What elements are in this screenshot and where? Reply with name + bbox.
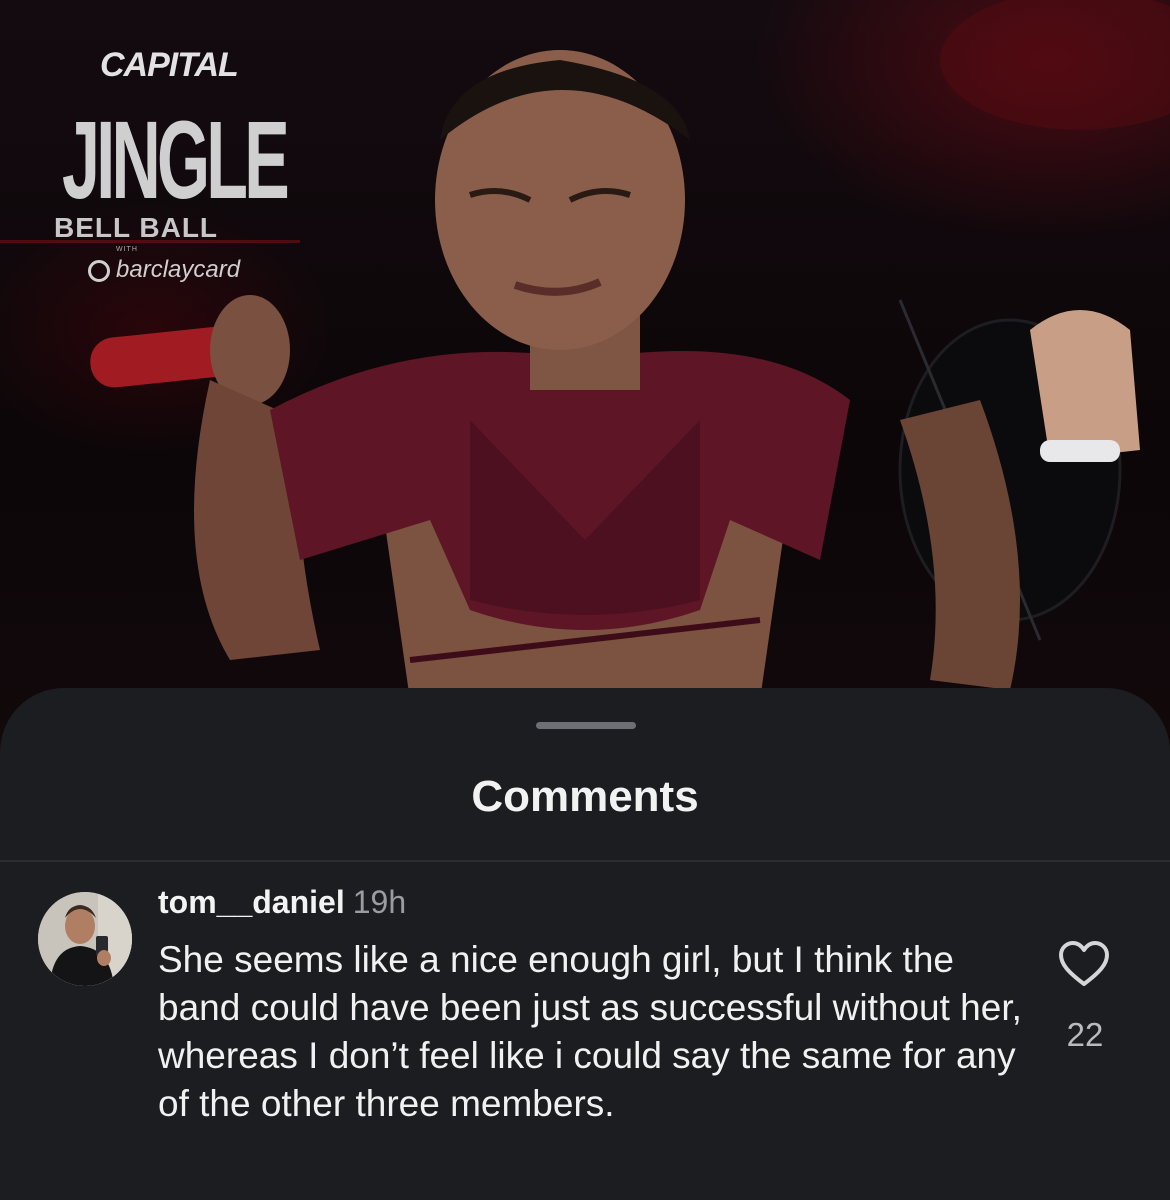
logo-event-title: JINGLE <box>62 99 290 222</box>
logo-event-subtitle: BELL BALL <box>54 212 219 243</box>
heart-outline-icon <box>1059 941 1109 986</box>
comment-timestamp: 19h <box>352 884 407 920</box>
comment-text: She seems like a nice enough girl, but I… <box>158 939 1022 1124</box>
video-player[interactable]: CAPITAL JINGLE BELL BALL WITH barclaycar… <box>0 0 1170 760</box>
comment-item: tom__daniel 19h She seems like a nice eno… <box>0 878 1170 1200</box>
avatar[interactable] <box>38 892 132 986</box>
sheet-grabber-handle[interactable] <box>536 722 636 729</box>
comment-username[interactable]: tom__daniel 19h <box>158 884 406 921</box>
like-count: 22 <box>1066 1016 1104 1053</box>
sponsor-icon <box>88 260 110 282</box>
username-label[interactable]: tom__daniel <box>158 884 345 920</box>
logo-with-label: WITH <box>116 246 138 253</box>
comments-sheet: Comments tom__daniel 19h She seems like a… <box>0 688 1170 1200</box>
sheet-title: Comments <box>471 772 699 821</box>
logo-sponsor: barclaycard <box>116 256 241 283</box>
app-screen: CAPITAL JINGLE BELL BALL WITH barclaycar… <box>0 0 1170 1200</box>
logo-brand: CAPITAL <box>100 46 239 84</box>
like-button[interactable] <box>1058 940 1110 988</box>
avatar-image <box>38 892 132 986</box>
divider <box>0 860 1170 862</box>
